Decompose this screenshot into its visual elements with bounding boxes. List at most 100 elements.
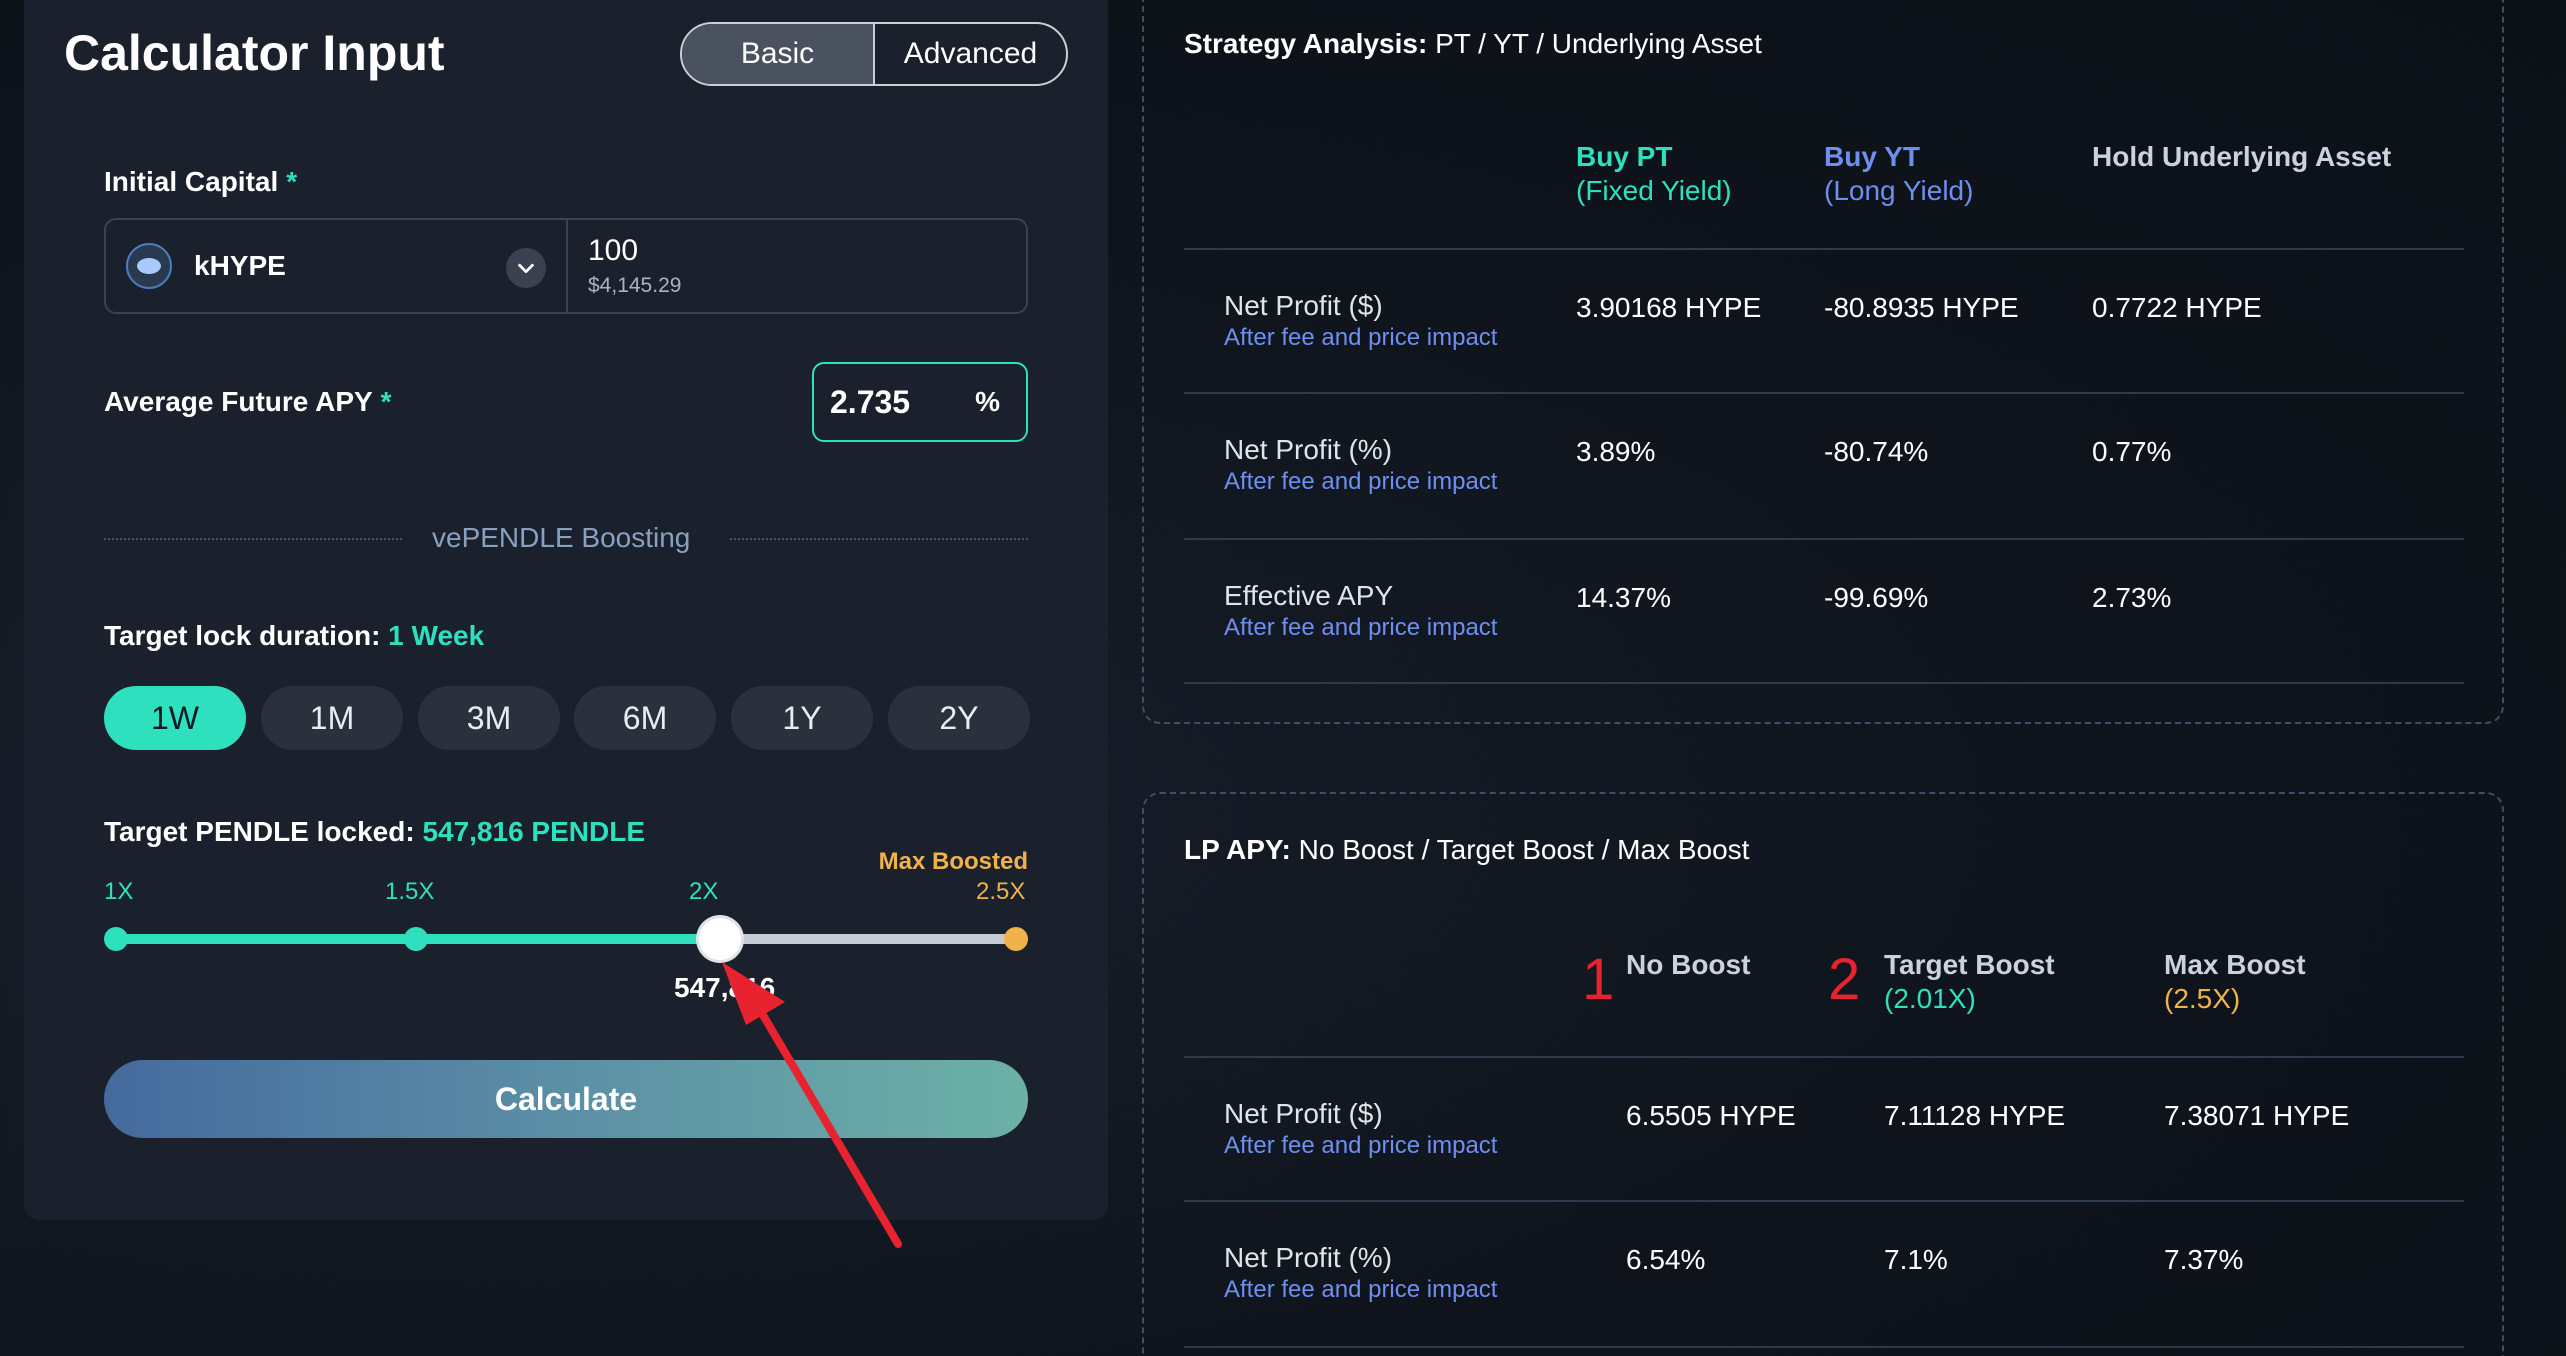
buy-pt-header: Buy PT (Fixed Yield) [1576,140,1732,208]
required-mark: * [286,166,298,197]
table-cell: 0.77% [2092,436,2172,467]
token-name: kHYPE [194,250,286,281]
buy-yt-sub: (Long Yield) [1824,175,1974,206]
duration-2y-button[interactable]: 2Y [888,686,1030,750]
table-cell: 14.37% [1576,582,1671,613]
strategy-row-label: Net Profit ($) After fee and price impac… [1224,290,1497,354]
slider-tick-2x: 2X [689,878,719,905]
table-cell: 6.54% [1626,1244,1706,1275]
table-cell: -80.74% [1824,436,1929,467]
table-cell: 7.37% [2164,1244,2244,1275]
strategy-title-rest: PT / YT / Underlying Asset [1435,28,1762,59]
row-title: Net Profit ($) [1224,1098,1383,1129]
table-cell: 3.90168 HYPE [1576,292,1762,323]
slider-tick-1-5x: 1.5X [385,878,435,905]
lp-title-bold: LP APY: [1184,834,1291,865]
lock-duration-value: 1 Week [388,620,485,651]
buy-pt-label: Buy PT [1576,141,1673,172]
apy-label-text: Average Future APY [104,386,373,417]
target-boost-label: Target Boost [1884,949,2055,980]
row-divider [1184,248,2464,250]
annotation-marker-1: 1 [1582,947,1615,1012]
basic-mode-button[interactable]: Basic [682,24,875,84]
max-boost-label: Max Boost [2164,949,2306,980]
divider-right [730,538,1028,540]
slider-tick-1x: 1X [104,878,134,905]
duration-3m-button[interactable]: 3M [418,686,560,750]
initial-capital-text: Initial Capital [104,166,279,197]
buy-pt-sub: (Fixed Yield) [1576,175,1732,206]
chevron-down-icon[interactable] [506,248,546,288]
boost-heading: vePENDLE Boosting [432,522,691,553]
duration-1m-button[interactable]: 1M [261,686,403,750]
row-divider [1184,1200,2464,1202]
token-select[interactable]: kHYPE [106,220,568,312]
row-title: Net Profit ($) [1224,290,1383,321]
apy-input[interactable]: 2.735 % [812,362,1028,442]
slider-track-empty [720,934,1016,944]
lp-apy-card: LP APY: No Boost / Target Boost / Max Bo… [1142,792,2504,1356]
amount-value[interactable]: 100 [588,234,681,268]
capital-input-group: kHYPE 100 $4,145.29 [104,218,1028,314]
buy-yt-label: Buy YT [1824,141,1920,172]
row-title: Effective APY [1224,580,1394,611]
row-divider [1184,1346,2464,1348]
strategy-row-label: Net Profit (%) After fee and price impac… [1224,434,1497,498]
slider-value: 547,816 [674,972,776,1003]
buy-yt-header: Buy YT (Long Yield) [1824,140,1973,208]
strategy-analysis-card: Strategy Analysis: PT / YT / Underlying … [1142,0,2504,724]
duration-6m-button[interactable]: 6M [574,686,716,750]
row-divider [1184,392,2464,394]
row-title: Net Profit (%) [1224,1242,1393,1273]
lp-row-label: Net Profit (%) After fee and price impac… [1224,1242,1497,1306]
row-divider [1184,1056,2464,1058]
target-boost-sub: (2.01X) [1884,983,1976,1014]
table-cell: 7.11128 HYPE [1884,1100,2066,1131]
lock-duration-label: Target lock duration: 1 Week [104,620,484,652]
row-note: After fee and price impact [1224,324,1498,351]
strategy-title: Strategy Analysis: PT / YT / Underlying … [1184,28,1762,60]
khype-logo-icon [126,243,172,289]
target-boost-header: Target Boost (2.01X) [1884,948,2055,1016]
table-cell: 0.7722 HYPE [2092,292,2262,323]
advanced-mode-button[interactable]: Advanced [875,24,1066,84]
table-cell: 6.5505 HYPE [1626,1100,1796,1131]
annotation-marker-2: 2 [1828,947,1861,1012]
max-boosted-label: Max Boosted [878,848,1028,875]
duration-1w-button[interactable]: 1W [104,686,246,750]
slider-stop-1x[interactable] [104,927,128,951]
amount-usd: $4,145.29 [588,274,682,297]
row-note: After fee and price impact [1224,468,1498,495]
row-title: Net Profit (%) [1224,434,1393,465]
initial-capital-label: Initial Capital * [104,166,297,198]
row-divider [1184,538,2464,540]
pendle-locked-label: Target PENDLE locked: 547,816 PENDLE [104,816,645,848]
divider-left [104,538,402,540]
calculate-button[interactable]: Calculate [104,1060,1028,1138]
strategy-row-label: Effective APY After fee and price impact [1224,580,1497,644]
lock-duration-text: Target lock duration: [104,620,381,651]
slider-stop-2-5x[interactable] [1004,927,1028,951]
max-boost-header: Max Boost (2.5X) [2164,948,2306,1016]
page-title: Calculator Input [64,25,445,81]
boost-slider-thumb[interactable] [699,918,741,960]
row-divider [1184,682,2464,684]
table-cell: 7.38071 HYPE [2164,1100,2350,1131]
strategy-title-bold: Strategy Analysis: [1184,28,1428,59]
row-note: After fee and price impact [1224,614,1498,641]
table-cell: 7.1% [1884,1244,1948,1275]
slider-stop-1-5x[interactable] [404,927,428,951]
duration-1y-button[interactable]: 1Y [731,686,873,750]
apy-value[interactable]: 2.735 [830,384,910,421]
table-cell: 2.73% [2092,582,2172,613]
table-cell: 3.89% [1576,436,1656,467]
pendle-locked-value: 547,816 PENDLE [422,816,646,847]
mode-toggle: Basic Advanced [680,22,1068,86]
max-boost-sub: (2.5X) [2164,983,2241,1014]
no-boost-header: No Boost [1626,949,1751,980]
lp-title-rest: No Boost / Target Boost / Max Boost [1298,834,1750,865]
row-note: After fee and price impact [1224,1132,1498,1159]
amount-input[interactable]: 100 $4,145.29 [568,220,681,312]
apy-label: Average Future APY * [104,386,392,418]
table-cell: -80.8935 HYPE [1824,292,2019,323]
